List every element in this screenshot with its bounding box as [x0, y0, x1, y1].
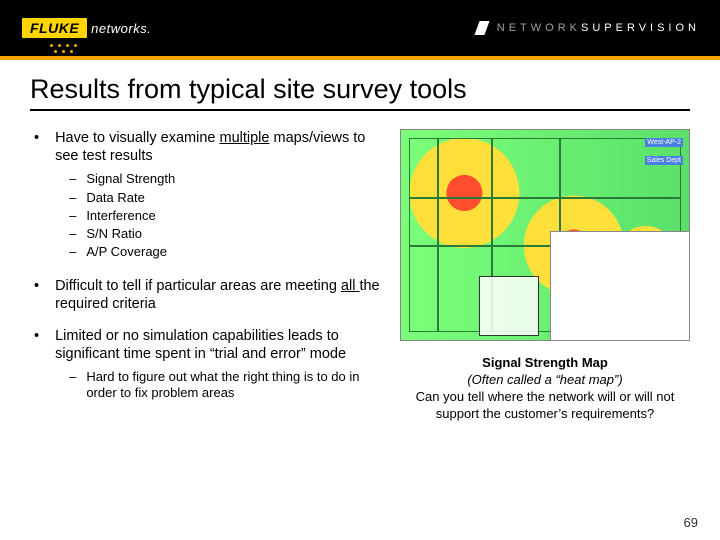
brand-logo: FLUKE networks. [22, 18, 151, 38]
sub-2-text: Data Rate [86, 190, 145, 206]
slide-title: Results from typical site survey tools [30, 74, 690, 105]
body-columns: Have to visually examine multiple maps/v… [30, 129, 690, 423]
caption-question: Can you tell where the network will or w… [400, 389, 690, 423]
map-label-2: Sales Dept [645, 156, 683, 165]
image-caption: Signal Strength Map (Often called a “hea… [400, 355, 690, 423]
b2-underline: all [341, 278, 360, 294]
b1-underline: multiple [220, 130, 270, 146]
heat-map-image: West-AP-2 Sales Dept [400, 129, 690, 341]
bullet-1: Have to visually examine multiple maps/v… [30, 129, 390, 263]
sub-b3: Hard to figure out what the right thing … [55, 369, 390, 402]
tag-network: NETWORK [497, 22, 581, 34]
page-number: 69 [684, 515, 698, 530]
sub-3: Interference [55, 208, 390, 224]
sub-5-text: A/P Coverage [86, 244, 167, 260]
map-label-1: West-AP-2 [645, 138, 683, 147]
tick-icon [474, 21, 489, 35]
map-legend [479, 276, 539, 336]
header-dots-icon [50, 44, 90, 64]
map-cutout [550, 231, 690, 341]
slide-header: FLUKE networks. NETWORK SUPERVISION [0, 0, 720, 56]
sub-2: Data Rate [55, 190, 390, 206]
caption-subtitle: (Often called a “heat map”) [400, 372, 690, 389]
sub-bullet-list-2: Hard to figure out what the right thing … [55, 369, 390, 402]
sub-4-text: S/N Ratio [86, 226, 142, 242]
bullet-2: Difficult to tell if particular areas ar… [30, 277, 390, 313]
text-column: Have to visually examine multiple maps/v… [30, 129, 390, 423]
sub-5: A/P Coverage [55, 244, 390, 260]
sub-b3-text: Hard to figure out what the right thing … [86, 369, 390, 402]
sub-bullet-list: Signal Strength Data Rate Interference S… [55, 171, 390, 260]
b1-text-a: Have to visually examine [55, 130, 219, 146]
slide-content: Results from typical site survey tools H… [0, 56, 720, 423]
bullet-3: Limited or no simulation capabilities le… [30, 327, 390, 404]
sub-4: S/N Ratio [55, 226, 390, 242]
sub-1-text: Signal Strength [86, 171, 175, 187]
b2-text-a: Difficult to tell if particular areas ar… [55, 278, 341, 294]
b3-text: Limited or no simulation capabilities le… [55, 328, 346, 362]
sub-3-text: Interference [86, 208, 155, 224]
logo-networks: networks. [91, 21, 151, 36]
image-column: West-AP-2 Sales Dept Signal Strength Map… [400, 129, 690, 423]
header-tagline: NETWORK SUPERVISION [477, 21, 700, 35]
caption-title: Signal Strength Map [400, 355, 690, 372]
sub-1: Signal Strength [55, 171, 390, 187]
logo-fluke: FLUKE [22, 18, 87, 38]
title-rule [30, 109, 690, 111]
tag-supervision: SUPERVISION [581, 22, 700, 34]
main-bullet-list: Have to visually examine multiple maps/v… [30, 129, 390, 404]
